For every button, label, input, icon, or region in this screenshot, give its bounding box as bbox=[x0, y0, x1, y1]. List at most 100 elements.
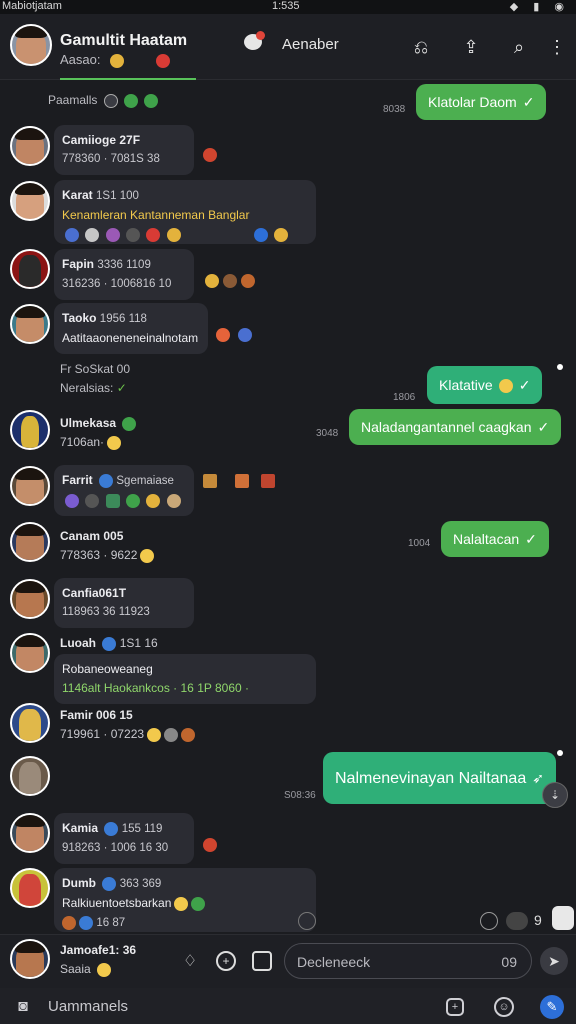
composer-name: Jamoafe1: 36 bbox=[60, 943, 137, 957]
sender-avatar[interactable] bbox=[10, 304, 50, 344]
sender-avatar[interactable] bbox=[10, 522, 50, 562]
emoji-icon bbox=[79, 915, 93, 930]
gif-icon[interactable]: + bbox=[446, 998, 464, 1016]
add-circle-icon[interactable]: + bbox=[216, 951, 236, 971]
emoji-icon bbox=[126, 227, 141, 242]
sender-avatar[interactable] bbox=[10, 813, 50, 853]
sender-avatar[interactable] bbox=[10, 703, 50, 743]
incoming-message[interactable]: Taoko 1956 118 Aatitaaoneneneinalnotam bbox=[54, 303, 208, 354]
verified-icon bbox=[102, 876, 117, 891]
notification-icon[interactable]: 9 bbox=[534, 912, 548, 930]
sender-avatar[interactable] bbox=[10, 249, 50, 289]
system-note-text: Paamalls bbox=[48, 93, 98, 107]
bottom-bar-label[interactable]: Uammanels bbox=[48, 998, 128, 1015]
sender-name: Luoah bbox=[60, 636, 96, 650]
incoming-message[interactable]: Kamia 155 119 918263 · 1006 16 30 bbox=[54, 813, 194, 864]
incoming-message[interactable]: Karat 1S1 100 Kenamleran Kantanneman Ban… bbox=[54, 180, 316, 244]
sender-name: Fapin bbox=[62, 257, 94, 271]
gold-badge-icon bbox=[110, 53, 125, 68]
sender-avatar[interactable] bbox=[10, 466, 50, 506]
incoming-message[interactable]: Famir 006 15 719961 · 07223 bbox=[60, 706, 196, 744]
outgoing-message[interactable]: Klatolar Daom ✓ bbox=[416, 84, 547, 120]
chat-bubble-icon[interactable] bbox=[244, 31, 265, 50]
message-meta: 778360 · 7081S 38 bbox=[62, 153, 160, 165]
emoji-icon bbox=[105, 227, 120, 242]
green-badge-icon bbox=[124, 93, 139, 108]
camera-icon[interactable]: ◙ bbox=[12, 996, 34, 1018]
sender-avatar[interactable] bbox=[10, 126, 50, 166]
sender-meta: Sgemaiase bbox=[116, 475, 174, 487]
sender-name: Farrit bbox=[62, 473, 93, 487]
header-center-label[interactable]: Aenaber bbox=[282, 36, 339, 53]
sender-name: Ulmekasa bbox=[60, 416, 117, 430]
reply-count-icon[interactable] bbox=[506, 912, 528, 930]
sender-avatar[interactable] bbox=[10, 579, 50, 619]
message-text: Robaneoweaneg bbox=[62, 662, 153, 676]
scroll-down-button[interactable]: ⇣ bbox=[542, 782, 568, 808]
incoming-message[interactable]: Ulmekasa 7106an· bbox=[60, 414, 137, 452]
jump-latest-button[interactable] bbox=[552, 906, 574, 930]
my-avatar[interactable] bbox=[10, 939, 50, 979]
message-meta: 118963 36 11923 bbox=[62, 606, 150, 618]
incoming-message[interactable]: Farrit Sgemaiase bbox=[54, 465, 194, 516]
message-text: Klatative bbox=[439, 377, 493, 393]
send-button[interactable]: ➤ bbox=[540, 947, 568, 975]
message-text-secondary: 1146alt Haokankcos · 16 1P 8060 · bbox=[62, 681, 250, 695]
reply-count-icon[interactable] bbox=[480, 912, 498, 930]
group-avatar[interactable] bbox=[10, 24, 52, 66]
chat-subtitle-text: Aasao: bbox=[60, 52, 101, 67]
sender-avatar[interactable] bbox=[10, 181, 50, 221]
check-icon: ✓ bbox=[116, 381, 127, 395]
incoming-message[interactable]: Robaneoweaneg 1146alt Haokankcos · 16 1P… bbox=[54, 654, 316, 704]
message-meta: 918263 · 1006 16 30 bbox=[62, 842, 169, 854]
sender-avatar[interactable] bbox=[10, 633, 50, 673]
bottle-reaction-icon bbox=[223, 274, 237, 288]
emoji-icon[interactable]: ☺ bbox=[494, 997, 514, 1017]
sender-name: Kamia bbox=[62, 821, 99, 835]
sender-avatar[interactable] bbox=[10, 868, 50, 908]
reaction-row bbox=[62, 225, 308, 244]
sender-avatar[interactable] bbox=[10, 756, 50, 796]
emoji-icon bbox=[181, 727, 196, 742]
outgoing-message[interactable]: Nalaltacan ✓ bbox=[441, 521, 549, 557]
unread-dot bbox=[557, 750, 563, 756]
composer-sub-text: Saaia bbox=[60, 962, 91, 976]
bottom-bar: ◙ Uammanels + ☺ ✎ bbox=[0, 988, 576, 1024]
sender-name: Famir 006 15 bbox=[60, 708, 133, 722]
message-time: 8038 bbox=[383, 104, 406, 115]
incoming-message[interactable]: Fapin 3336 1109 316236 · 1006816 10 bbox=[54, 249, 194, 300]
incoming-message[interactable]: Camiioge 27F 778360 · 7081S 38 bbox=[54, 125, 194, 175]
emoji-icon bbox=[274, 227, 289, 242]
green-badge-icon bbox=[144, 93, 159, 108]
incoming-message[interactable]: Canfia061T 118963 36 11923 bbox=[54, 578, 194, 628]
emoji-icon bbox=[254, 227, 269, 242]
outgoing-message[interactable]: Nalmenevinayan Nailtanaa ➶ bbox=[323, 752, 556, 804]
reaction-add-icon[interactable] bbox=[298, 912, 316, 930]
incoming-message[interactable]: Canam 005 778363 · 9622 bbox=[60, 527, 155, 565]
search-icon[interactable]: ⌕ bbox=[508, 36, 530, 58]
status-icons: ◆ ▮ ◉ bbox=[509, 1, 570, 13]
reply-icon[interactable]: ⎌ bbox=[410, 36, 432, 58]
attach-icon[interactable]: ♢ bbox=[180, 951, 200, 971]
message-meta: 316236 · 1006816 10 bbox=[62, 278, 172, 290]
smile-emoji-icon bbox=[498, 379, 513, 394]
chat-subtitle: Aasao: bbox=[60, 52, 170, 68]
incoming-message[interactable]: Dumb 363 369 Ralkiuentoetsbarkan 16 87 bbox=[54, 868, 316, 932]
chat-title[interactable]: Gamultit Haatam bbox=[60, 32, 187, 50]
message-meta: 719961 · 07223 bbox=[60, 727, 145, 741]
message-meta: 16 87 bbox=[96, 917, 126, 929]
gallery-icon[interactable] bbox=[252, 951, 272, 971]
compose-icon[interactable]: ✎ bbox=[540, 995, 564, 1019]
sender-avatar[interactable] bbox=[10, 410, 50, 450]
send-arrow-icon: ➶ bbox=[532, 770, 544, 786]
message-input[interactable]: Decleneeck 09 bbox=[284, 943, 532, 979]
message-meta: 7106an· bbox=[60, 435, 105, 449]
composer-bar: Jamoafe1: 36 Saaia ♢ + Decleneeck 09 ➤ bbox=[0, 934, 576, 988]
outgoing-message[interactable]: Naladangantannel caagkan ✓ bbox=[349, 409, 562, 445]
read-check-icon: ✓ bbox=[522, 94, 535, 110]
outgoing-message[interactable]: Klatative ✓ bbox=[427, 366, 543, 404]
more-icon[interactable]: ⋮ bbox=[546, 36, 568, 58]
sender-meta: 1S1 100 bbox=[96, 190, 139, 202]
smile-emoji-icon bbox=[147, 727, 162, 742]
share-icon[interactable]: ⇪ bbox=[460, 36, 482, 58]
